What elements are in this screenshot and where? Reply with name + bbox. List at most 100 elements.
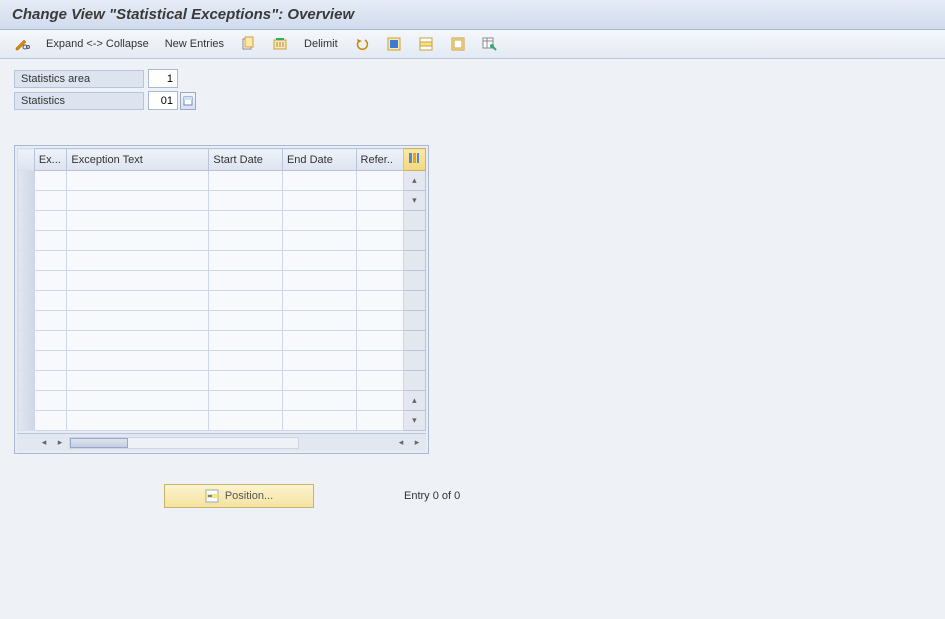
cell[interactable] — [282, 391, 356, 411]
cell[interactable] — [282, 411, 356, 431]
cell[interactable] — [356, 231, 403, 251]
cell[interactable] — [67, 411, 209, 431]
select-all-cell[interactable] — [18, 149, 35, 171]
horizontal-scrollbar[interactable]: ◂ ▸ ◂ ▸ — [17, 433, 426, 451]
cell[interactable] — [209, 211, 283, 231]
row-selector[interactable] — [18, 351, 35, 371]
col-header-exception-text[interactable]: Exception Text — [67, 149, 209, 171]
cell[interactable] — [282, 291, 356, 311]
cell[interactable] — [67, 371, 209, 391]
cell[interactable] — [67, 271, 209, 291]
scroll-page-up-icon[interactable]: ▾ — [403, 191, 425, 211]
cell[interactable] — [209, 311, 283, 331]
row-selector[interactable] — [18, 231, 35, 251]
cell[interactable] — [34, 291, 67, 311]
delimit-button[interactable]: Delimit — [300, 36, 342, 52]
vscroll-track[interactable] — [403, 351, 425, 371]
copy-as-button[interactable] — [236, 34, 260, 54]
cell[interactable] — [282, 191, 356, 211]
cell[interactable] — [209, 251, 283, 271]
cell[interactable] — [356, 271, 403, 291]
vscroll-track[interactable] — [403, 371, 425, 391]
col-header-end-date[interactable]: End Date — [282, 149, 356, 171]
vscroll-track[interactable] — [403, 251, 425, 271]
cell[interactable] — [34, 391, 67, 411]
cell[interactable] — [67, 331, 209, 351]
cell[interactable] — [282, 311, 356, 331]
undo-button[interactable] — [350, 34, 374, 54]
scroll-left-icon[interactable]: ▸ — [53, 436, 67, 450]
cell[interactable] — [34, 251, 67, 271]
cell[interactable] — [34, 351, 67, 371]
cell[interactable] — [67, 231, 209, 251]
scroll-last-icon[interactable]: ▸ — [410, 436, 424, 450]
deselect-all-button[interactable] — [446, 34, 470, 54]
new-entries-button[interactable]: New Entries — [161, 36, 228, 52]
scroll-first-icon[interactable]: ◂ — [37, 436, 51, 450]
cell[interactable] — [209, 411, 283, 431]
cell[interactable] — [282, 211, 356, 231]
cell[interactable] — [34, 231, 67, 251]
cell[interactable] — [34, 311, 67, 331]
cell[interactable] — [356, 291, 403, 311]
scroll-right-icon[interactable]: ◂ — [394, 436, 408, 450]
cell[interactable] — [356, 211, 403, 231]
select-block-button[interactable] — [414, 34, 438, 54]
row-selector[interactable] — [18, 271, 35, 291]
cell[interactable] — [209, 331, 283, 351]
cell[interactable] — [67, 171, 209, 191]
scroll-page-down-icon[interactable]: ▴ — [403, 391, 425, 411]
row-selector[interactable] — [18, 311, 35, 331]
cell[interactable] — [209, 371, 283, 391]
value-help-button[interactable] — [180, 92, 196, 110]
cell[interactable] — [356, 411, 403, 431]
cell[interactable] — [356, 371, 403, 391]
cell[interactable] — [209, 191, 283, 211]
cell[interactable] — [356, 191, 403, 211]
cell[interactable] — [67, 311, 209, 331]
cell[interactable] — [356, 311, 403, 331]
statistics-area-input[interactable] — [148, 69, 178, 88]
cell[interactable] — [34, 371, 67, 391]
cell[interactable] — [209, 391, 283, 411]
cell[interactable] — [282, 171, 356, 191]
row-selector[interactable] — [18, 371, 35, 391]
cell[interactable] — [67, 391, 209, 411]
cell[interactable] — [209, 351, 283, 371]
cell[interactable] — [209, 231, 283, 251]
row-selector[interactable] — [18, 171, 35, 191]
row-selector[interactable] — [18, 391, 35, 411]
position-button[interactable]: Position... — [164, 484, 314, 508]
scroll-down-icon[interactable]: ▾ — [403, 411, 425, 431]
cell[interactable] — [356, 251, 403, 271]
vscroll-track[interactable] — [403, 231, 425, 251]
cell[interactable] — [209, 171, 283, 191]
cell[interactable] — [356, 331, 403, 351]
cell[interactable] — [34, 211, 67, 231]
row-selector[interactable] — [18, 331, 35, 351]
cell[interactable] — [282, 371, 356, 391]
cell[interactable] — [356, 351, 403, 371]
vscroll-track[interactable] — [403, 311, 425, 331]
cell[interactable] — [34, 331, 67, 351]
cell[interactable] — [67, 191, 209, 211]
vscroll-track[interactable] — [403, 291, 425, 311]
table-settings-button[interactable] — [478, 34, 502, 54]
cell[interactable] — [67, 211, 209, 231]
cell[interactable] — [282, 351, 356, 371]
row-selector[interactable] — [18, 411, 35, 431]
cell[interactable] — [209, 291, 283, 311]
cell[interactable] — [34, 411, 67, 431]
configure-columns-button[interactable] — [403, 149, 425, 171]
cell[interactable] — [34, 191, 67, 211]
delete-button[interactable] — [268, 34, 292, 54]
cell[interactable] — [282, 331, 356, 351]
select-all-button[interactable] — [382, 34, 406, 54]
hscroll-track[interactable] — [69, 437, 299, 449]
toggle-display-change-button[interactable] — [10, 34, 34, 54]
vscroll-track[interactable] — [403, 211, 425, 231]
expand-collapse-button[interactable]: Expand <-> Collapse — [42, 36, 153, 52]
cell[interactable] — [34, 271, 67, 291]
row-selector[interactable] — [18, 191, 35, 211]
cell[interactable] — [34, 171, 67, 191]
